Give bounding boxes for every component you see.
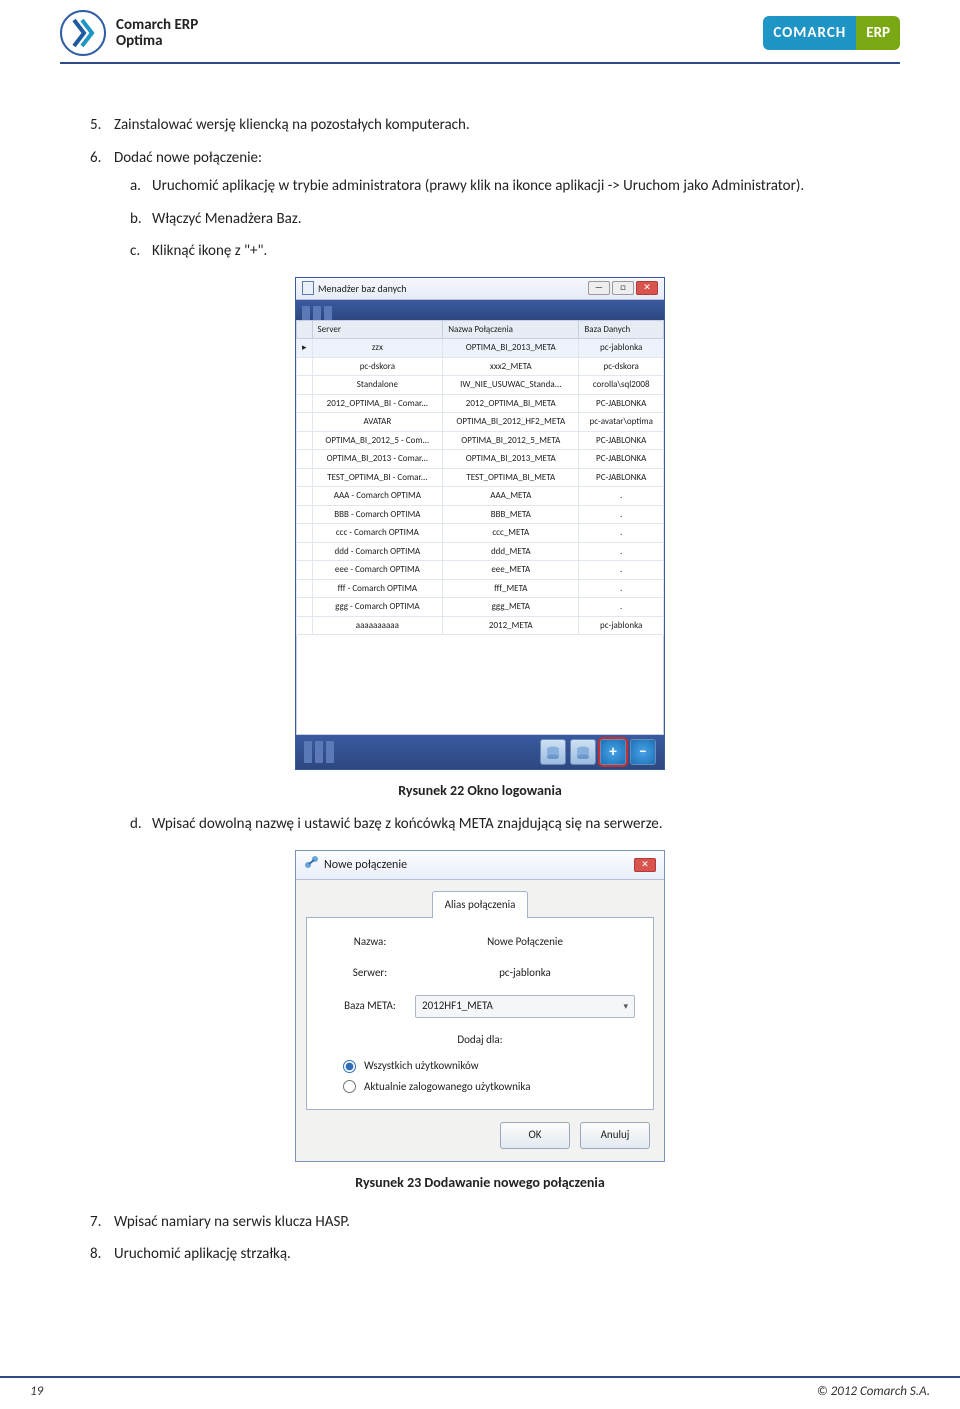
- chevron-down-icon: ▾: [623, 1000, 628, 1014]
- table-row[interactable]: ggg - Comarch OPTIMAggg_META.: [297, 598, 664, 617]
- column-header: [297, 320, 313, 339]
- table-row[interactable]: AVATAROPTIMA_BI_2012_HF2_METApc-avatar\o…: [297, 413, 664, 432]
- name-field[interactable]: Nowe Połączenie: [415, 934, 635, 951]
- radio-current-user[interactable]: Aktualnie zalogowanego użytkownika: [343, 1079, 635, 1096]
- caption-23: Rysunek 23 Dodawanie nowego połączenia: [60, 1172, 900, 1193]
- logo-icon: [60, 10, 106, 56]
- figure-22: Menadżer baz danych — □ ✕ ServerNazwa Po…: [60, 277, 900, 771]
- table-row[interactable]: ccc - Comarch OPTIMAccc_META.: [297, 524, 664, 543]
- app-icon: [302, 281, 314, 295]
- step-6: 6.Dodać nowe połączenie: a.Uruchomić apl…: [90, 147, 900, 263]
- db-table: ServerNazwa PołączeniaBaza Danych ▸zzxOP…: [296, 320, 664, 636]
- cancel-button[interactable]: Anuluj: [580, 1122, 650, 1149]
- table-row[interactable]: fff - Comarch OPTIMAfff_META.: [297, 579, 664, 598]
- connection-icon: [304, 855, 318, 875]
- minimize-button[interactable]: —: [588, 281, 610, 295]
- tab-alias[interactable]: Alias połączenia: [432, 891, 529, 919]
- close-button[interactable]: ✕: [636, 281, 658, 295]
- label-add-for: Dodaj dla:: [325, 1032, 635, 1049]
- column-header: Baza Danych: [579, 320, 664, 339]
- logo-text: Comarch ERP Optima: [116, 17, 198, 50]
- label-server: Serwer:: [325, 965, 415, 982]
- table-row[interactable]: OPTIMA_BI_2013 - Comar...OPTIMA_BI_2013_…: [297, 450, 664, 469]
- base-meta-combo[interactable]: 2012HF1_META ▾: [415, 995, 635, 1018]
- step-7: 7.Wpisać namiary na serwis klucza HASP.: [90, 1211, 900, 1234]
- page-header: Comarch ERP Optima COMARCH ERP: [60, 10, 900, 64]
- window-db-manager: Menadżer baz danych — □ ✕ ServerNazwa Po…: [295, 277, 665, 771]
- db-icon-button-2[interactable]: [570, 739, 596, 765]
- window-title: Menadżer baz danych: [318, 281, 407, 296]
- radio-all-users[interactable]: Wszystkich użytkowników: [343, 1058, 635, 1075]
- table-row[interactable]: aaaaaaaaaa2012_METApc-jablonka: [297, 616, 664, 635]
- logo-right-badge: COMARCH ERP: [763, 16, 900, 50]
- table-row[interactable]: StandaloneIW_NIE_USUWAC_Standa...corolla…: [297, 376, 664, 395]
- table-row[interactable]: BBB - Comarch OPTIMABBB_META.: [297, 505, 664, 524]
- document-body: 5.Zainstalować wersję kliencką na pozost…: [60, 114, 900, 1266]
- column-header: Nazwa Połączenia: [443, 320, 579, 339]
- db-icon-button-1[interactable]: [540, 739, 566, 765]
- table-row[interactable]: 2012_OPTIMA_BI - Comar...2012_OPTIMA_BI_…: [297, 394, 664, 413]
- column-header: Server: [312, 320, 443, 339]
- server-field[interactable]: pc-jablonka: [415, 965, 635, 982]
- window-new-connection: Nowe połączenie ✕ Alias połączenia Nazwa…: [295, 850, 665, 1162]
- step-6b: b.Włączyć Menadżera Baz.: [130, 208, 900, 231]
- table-row[interactable]: OPTIMA_BI_2012_5 - Com...OPTIMA_BI_2012_…: [297, 431, 664, 450]
- step-6a: a.Uruchomić aplikację w trybie administr…: [130, 175, 900, 198]
- page-number: 19: [30, 1384, 43, 1399]
- step-8: 8.Uruchomić aplikację strzałką.: [90, 1243, 900, 1266]
- add-button[interactable]: +: [600, 739, 626, 765]
- maximize-button[interactable]: □: [612, 281, 634, 295]
- label-name: Nazwa:: [325, 934, 415, 951]
- figure-23: Nowe połączenie ✕ Alias połączenia Nazwa…: [60, 850, 900, 1162]
- step-6d: d.Wpisać dowolną nazwę i ustawić bazę z …: [130, 813, 900, 836]
- table-row[interactable]: AAA - Comarch OPTIMAAAA_META.: [297, 487, 664, 506]
- window-title: Nowe połączenie: [324, 856, 407, 874]
- toolbar: [296, 300, 664, 320]
- table-row[interactable]: eee - Comarch OPTIMAeee_META.: [297, 561, 664, 580]
- remove-button[interactable]: −: [630, 739, 656, 765]
- table-row[interactable]: ddd - Comarch OPTIMAddd_META.: [297, 542, 664, 561]
- copyright: © 2012 Comarch S.A.: [817, 1384, 930, 1399]
- table-row[interactable]: pc-dskoraxxx2_METApc-dskora: [297, 357, 664, 376]
- step-5: 5.Zainstalować wersję kliencką na pozost…: [90, 114, 900, 137]
- caption-22: Rysunek 22 Okno logowania: [60, 780, 900, 801]
- step-6c: c.Kliknąć ikonę z "+".: [130, 240, 900, 263]
- logo-left: Comarch ERP Optima: [60, 10, 198, 56]
- table-row[interactable]: TEST_OPTIMA_BI - Comar...TEST_OPTIMA_BI_…: [297, 468, 664, 487]
- page-footer: 19 © 2012 Comarch S.A.: [0, 1376, 960, 1399]
- label-base: Baza META:: [325, 998, 415, 1015]
- ok-button[interactable]: OK: [500, 1122, 570, 1149]
- close-button[interactable]: ✕: [634, 858, 656, 872]
- table-row[interactable]: ▸zzxOPTIMA_BI_2013_METApc-jablonka: [297, 339, 664, 358]
